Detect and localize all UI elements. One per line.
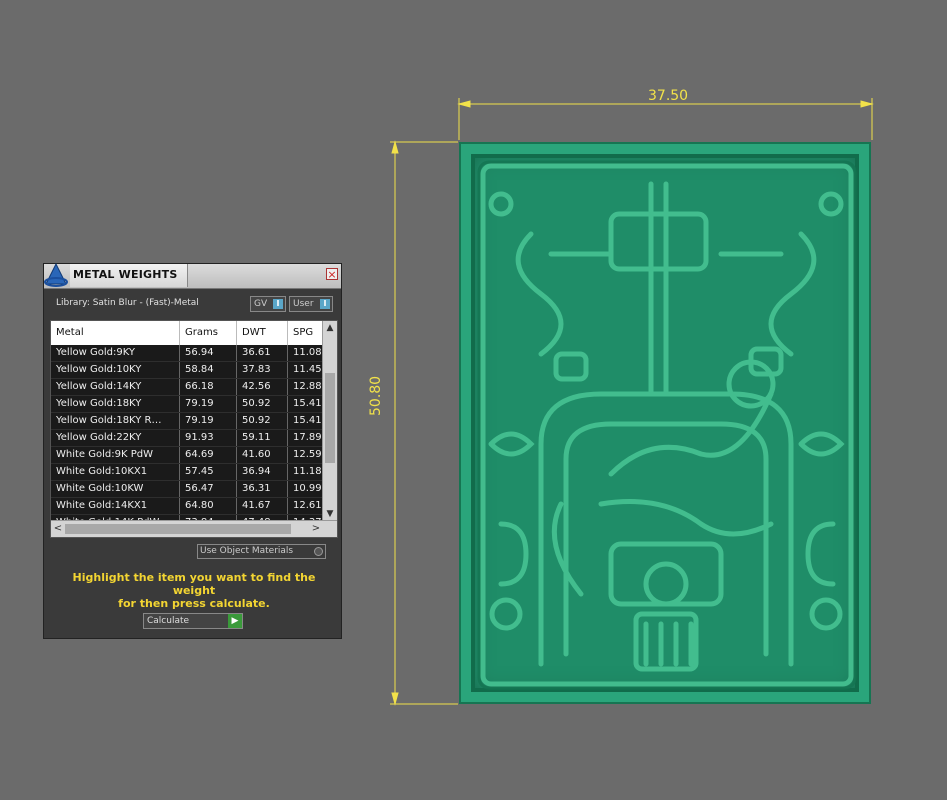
scroll-right-icon[interactable]: > [309, 521, 323, 537]
vertical-scroll-thumb[interactable] [325, 373, 335, 463]
width-dimension-label: 37.50 [648, 88, 689, 104]
gv-indicator-icon: I [273, 299, 283, 309]
table-row[interactable]: Yellow Gold:18KY R… 79.19 50.92 15.41 [51, 413, 323, 430]
metal-cell: Yellow Gold:14KY [51, 379, 180, 395]
column-header-grams[interactable]: Grams [180, 321, 237, 345]
dwt-cell: 42.56 [237, 379, 288, 395]
metal-cell: Yellow Gold:9KY [51, 345, 180, 361]
table-body: Yellow Gold:9KY 56.94 36.61 11.08 Yellow Go… [51, 345, 323, 532]
vertical-scrollbar[interactable]: ▲ ▼ [322, 321, 337, 521]
grams-cell: 56.47 [180, 481, 237, 497]
user-toggle[interactable]: User I [289, 296, 333, 312]
metal-table: Metal Grams DWT SPG Yellow Gold:9KY 56.94… [50, 320, 338, 538]
spg-cell: 12.61 [288, 498, 323, 514]
panel-title: METAL WEIGHTS [70, 264, 188, 287]
dwt-cell: 36.31 [237, 481, 288, 497]
column-header-spg[interactable]: SPG [288, 321, 323, 345]
table-row[interactable]: Yellow Gold:22KY 91.93 59.11 17.89 [51, 430, 323, 447]
dwt-cell: 37.83 [237, 362, 288, 378]
dwt-cell: 59.11 [237, 430, 288, 446]
metal-cell: White Gold:9K PdW [51, 447, 180, 463]
spg-cell: 12.59 [288, 447, 323, 463]
grams-cell: 79.19 [180, 396, 237, 412]
dwt-cell: 41.60 [237, 447, 288, 463]
dwt-cell: 36.94 [237, 464, 288, 480]
column-header-dwt[interactable]: DWT [237, 321, 288, 345]
grams-cell: 64.69 [180, 447, 237, 463]
table-row[interactable]: Yellow Gold:14KY 66.18 42.56 12.88 [51, 379, 323, 396]
instruction-line-1: Highlight the item you want to find the … [72, 571, 316, 597]
grams-cell: 58.84 [180, 362, 237, 378]
scroll-up-icon[interactable]: ▲ [323, 321, 337, 335]
metal-cell: Yellow Gold:22KY [51, 430, 180, 446]
radio-icon [314, 547, 323, 556]
horizontal-scroll-thumb[interactable] [65, 524, 291, 534]
table-row[interactable]: White Gold:10KX1 57.45 36.94 11.18 [51, 464, 323, 481]
table-row[interactable]: Yellow Gold:18KY 79.19 50.92 15.41 [51, 396, 323, 413]
metal-cell: Yellow Gold:18KY R… [51, 413, 180, 429]
play-icon: ▶ [228, 614, 242, 628]
metal-cell: White Gold:10KX1 [51, 464, 180, 480]
grams-cell: 64.80 [180, 498, 237, 514]
grams-cell: 91.93 [180, 430, 237, 446]
column-header-metal[interactable]: Metal [51, 321, 180, 345]
grams-cell: 66.18 [180, 379, 237, 395]
spg-cell: 11.08 [288, 345, 323, 361]
instruction-text: Highlight the item you want to find the … [54, 571, 334, 610]
gv-toggle-label: GV [254, 299, 268, 309]
metal-cell: White Gold:10KW [51, 481, 180, 497]
relief-model[interactable] [459, 142, 871, 704]
dwt-cell: 41.67 [237, 498, 288, 514]
table-row[interactable]: White Gold:9K PdW 64.69 41.60 12.59 [51, 447, 323, 464]
spg-cell: 17.89 [288, 430, 323, 446]
calculate-label: Calculate [147, 616, 190, 626]
use-object-materials-toggle[interactable]: Use Object Materials [197, 544, 326, 559]
scroll-left-icon[interactable]: < [51, 521, 65, 537]
dwt-cell: 50.92 [237, 413, 288, 429]
spg-cell: 15.41 [288, 396, 323, 412]
dwt-cell: 36.61 [237, 345, 288, 361]
metal-cell: Yellow Gold:18KY [51, 396, 180, 412]
spg-cell: 11.45 [288, 362, 323, 378]
metal-cell: Yellow Gold:10KY [51, 362, 180, 378]
gv-toggle[interactable]: GV I [250, 296, 286, 312]
spg-cell: 12.88 [288, 379, 323, 395]
calculate-button[interactable]: Calculate ▶ [143, 613, 243, 629]
spg-cell: 10.99 [288, 481, 323, 497]
table-row[interactable]: White Gold:14KX1 64.80 41.67 12.61 [51, 498, 323, 515]
app-logo-icon [44, 262, 68, 287]
height-dimension-label: 50.80 [368, 375, 384, 416]
grams-cell: 79.19 [180, 413, 237, 429]
user-indicator-icon: I [320, 299, 330, 309]
panel-titlebar[interactable]: METAL WEIGHTS × [44, 262, 341, 289]
instruction-line-2: for then press calculate. [118, 597, 270, 610]
use-object-materials-label: Use Object Materials [200, 546, 294, 556]
library-label: Library: Satin Blur - (Fast)-Metal [56, 298, 199, 308]
spg-cell: 15.41 [288, 413, 323, 429]
table-header: Metal Grams DWT SPG [51, 321, 323, 345]
dwt-cell: 50.92 [237, 396, 288, 412]
grams-cell: 57.45 [180, 464, 237, 480]
scroll-down-icon[interactable]: ▼ [323, 507, 337, 521]
table-row[interactable]: Yellow Gold:10KY 58.84 37.83 11.45 [51, 362, 323, 379]
relief-carving [477, 160, 857, 690]
horizontal-scrollbar[interactable]: < > [51, 520, 337, 537]
user-toggle-label: User [293, 299, 314, 309]
spg-cell: 11.18 [288, 464, 323, 480]
grams-cell: 56.94 [180, 345, 237, 361]
table-row[interactable]: White Gold:10KW 56.47 36.31 10.99 [51, 481, 323, 498]
metal-weights-panel: METAL WEIGHTS × Library: Satin Blur - (F… [43, 262, 342, 639]
close-button[interactable]: × [326, 268, 338, 280]
table-row[interactable]: Yellow Gold:9KY 56.94 36.61 11.08 [51, 345, 323, 362]
metal-cell: White Gold:14KX1 [51, 498, 180, 514]
